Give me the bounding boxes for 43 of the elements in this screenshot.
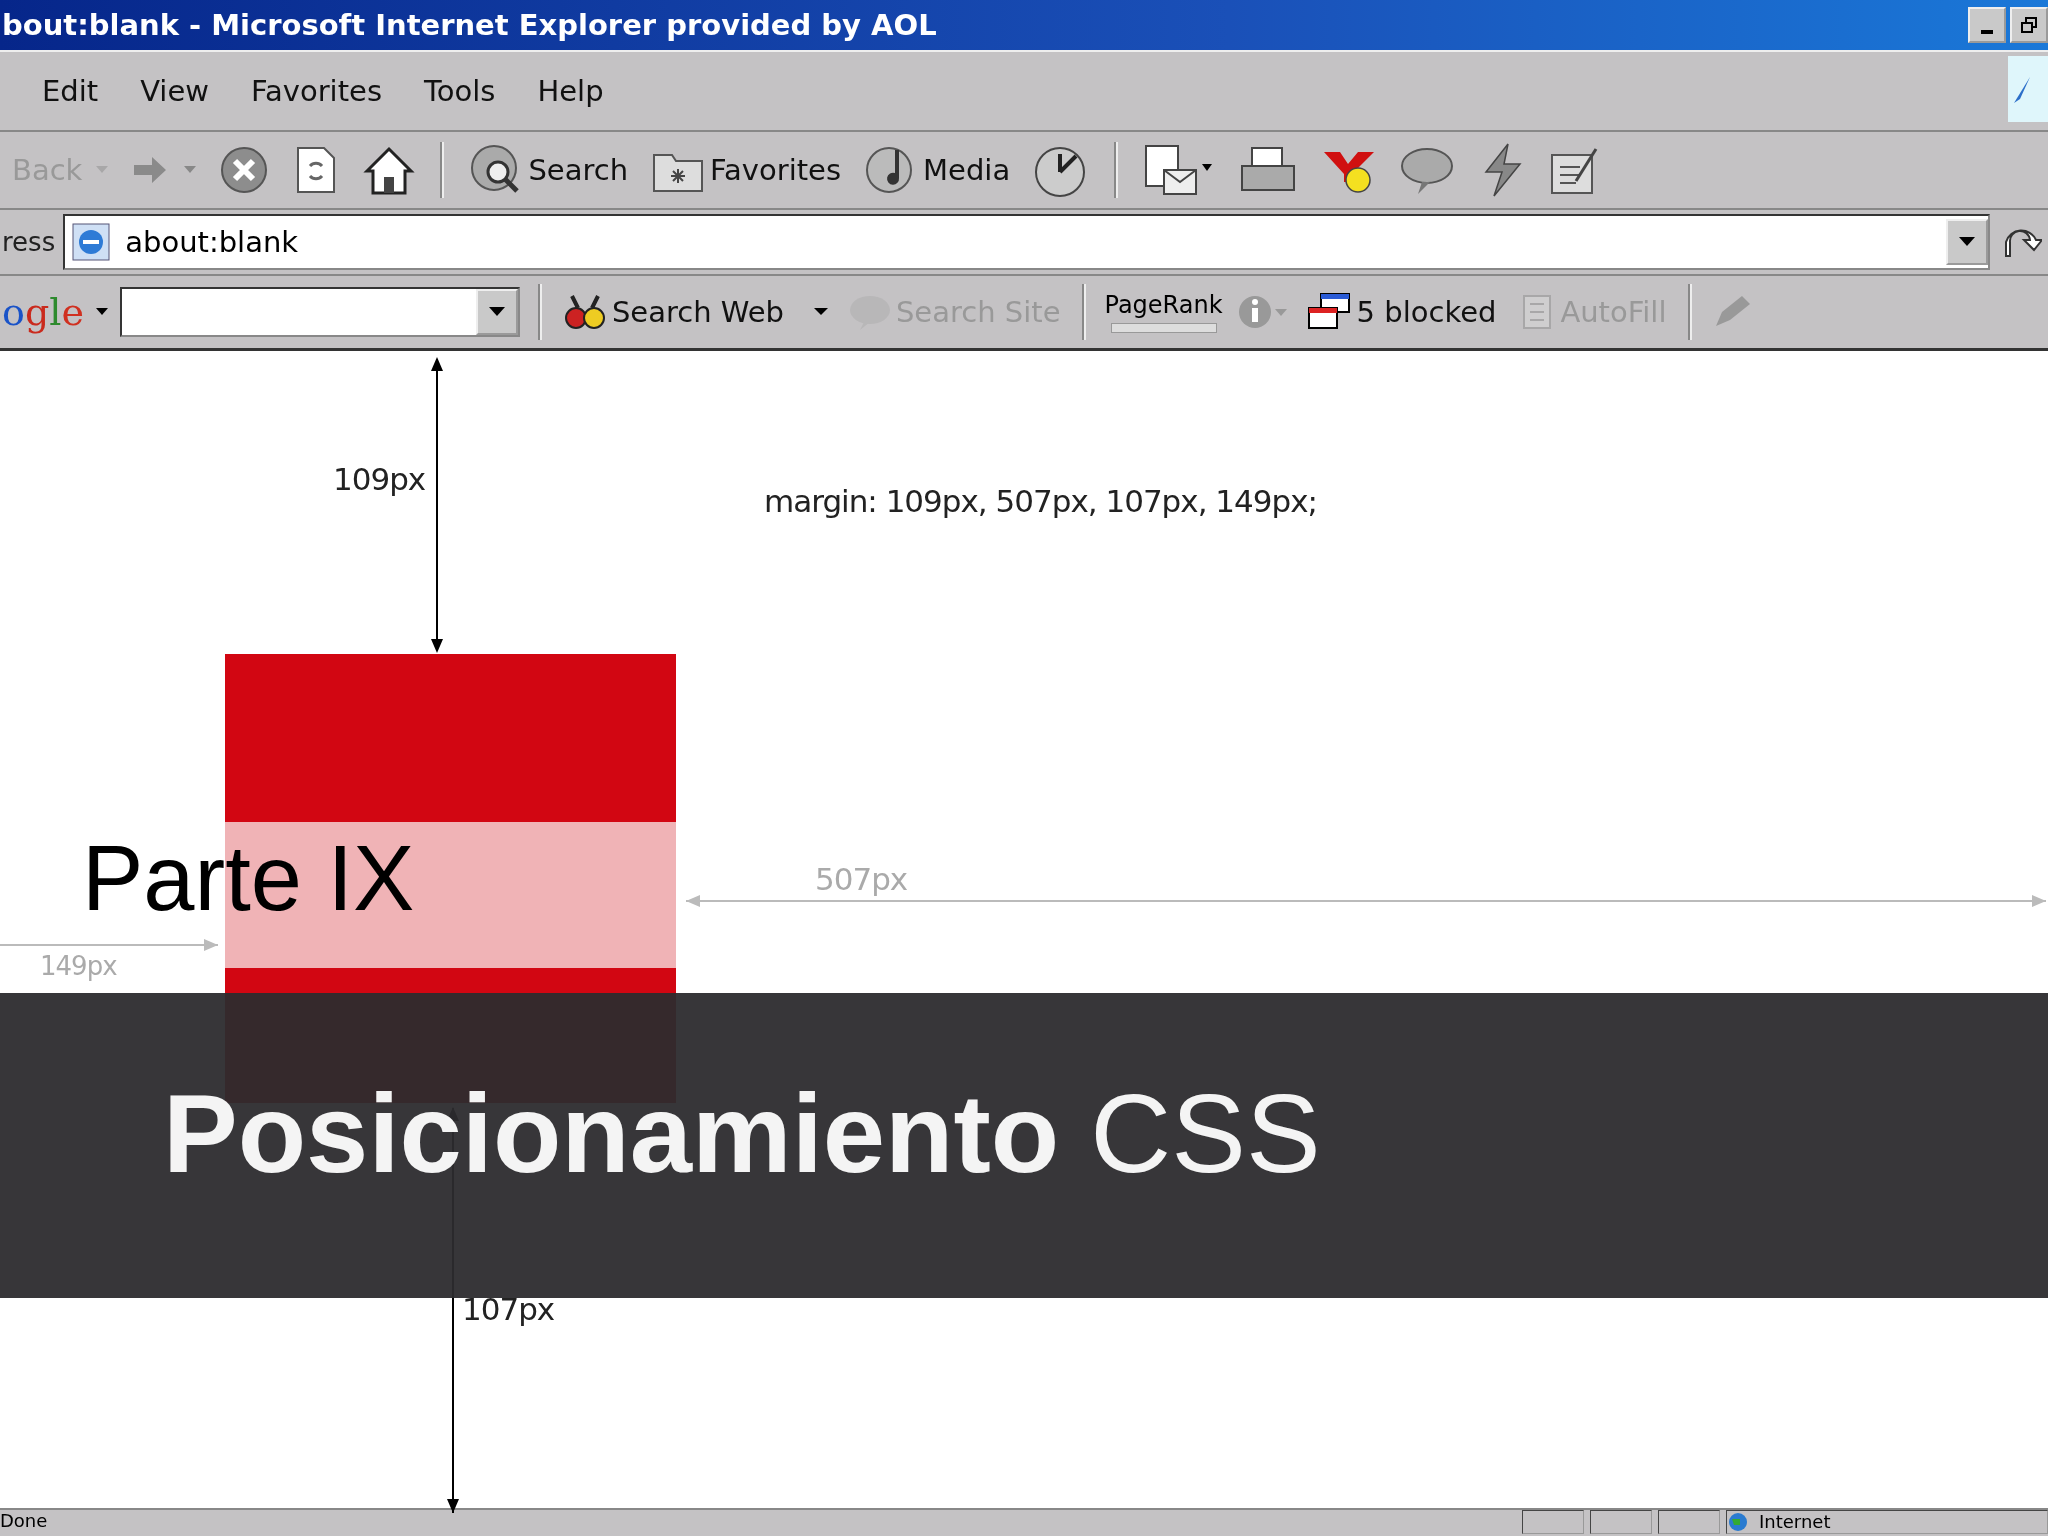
caret-icon [96,166,109,174]
menu-item[interactable]: Tools [424,74,496,108]
video-title: Posicionamiento CSS [163,1070,1321,1198]
dimension-label: 507px [815,861,908,897]
status-panel [1658,1510,1720,1534]
favorites-button[interactable]: Favorites [646,140,846,200]
pagerank-meter: PageRank [1104,291,1223,333]
menu-item[interactable]: View [140,74,209,108]
menu-item[interactable]: Edit [42,74,99,108]
address-label: ress [2,227,56,257]
minimize-icon [1981,30,1993,34]
caret-icon[interactable] [95,308,108,316]
status-panel [1522,1510,1584,1534]
part-heading: Parte IX [82,826,415,931]
search-field[interactable] [119,287,520,337]
blocked-button[interactable]: 5 blocked [1302,284,1501,340]
zone-indicator: Internet [1726,1510,2048,1534]
windows-icon [1306,292,1353,332]
google-logo[interactable]: ogle [2,290,84,334]
restore-button[interactable] [2010,7,2048,43]
caret-icon [813,308,828,316]
dimension-label: 109px [333,461,426,497]
restore-icon [2019,15,2039,35]
dropdown-button[interactable] [1946,219,1988,265]
status-panel [1590,1510,1652,1534]
caret-icon [488,307,505,317]
dimension-label: 107px [462,1291,555,1327]
margin-rule: margin: 109px, 507px, 107px, 149px; [764,483,1317,519]
caret-icon [184,166,197,174]
menu-item[interactable]: Help [537,74,604,108]
address-field[interactable]: about:blank [63,214,1990,270]
searchweb-button[interactable]: Search Web [559,284,832,340]
menu-item[interactable]: Favorites [251,74,382,108]
caret-icon [1959,237,1975,247]
media-button[interactable]: Media [859,140,1015,200]
search-button[interactable]: Search [464,140,633,200]
status-text: Done [0,1510,49,1532]
binoculars-icon [563,292,608,332]
brand-logo [2008,56,2048,122]
window-title: bout:blank - Microsoft Internet Explorer provided by AOL [2,8,937,42]
dimension-label: 149px [40,951,117,981]
dropdown-button[interactable] [475,289,518,335]
minimize-button[interactable] [1968,7,2006,43]
